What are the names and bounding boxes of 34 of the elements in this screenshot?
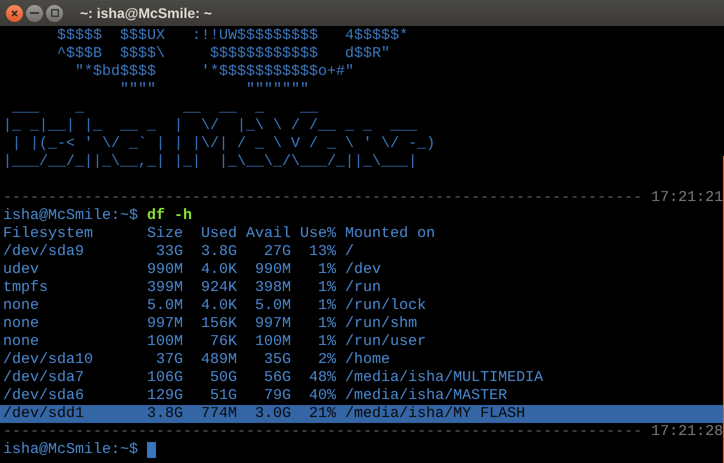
shell-prompt: isha@McSmile:~$	[3, 441, 138, 459]
output-line: tmpfs 399M 924K 398M 1% /run	[3, 279, 382, 296]
output-line: Filesystem Size Used Avail Use% Mounted on	[3, 225, 436, 242]
shell-prompt: isha@McSmile:~$	[3, 207, 138, 225]
ascii-art-line: ___ _ __ __ _ __	[11, 99, 318, 116]
ascii-art-line: |___/__/_||_\__,_| |_| |_\__\_/\___/_||_\___|	[3, 153, 418, 170]
output-line: /dev/sdd1 3.8G 774M 3.0G 21% /media/isha/MY FLASH	[3, 405, 526, 422]
separator-dashes: -----------------------------------------------------------------------	[3, 423, 642, 441]
output-line: /dev/sda7 106G 50G 56G 48% /media/isha/MULTIMEDIA	[3, 369, 544, 386]
minimize-icon	[30, 12, 39, 14]
ascii-art-line: $$$$$ $$$UX :!!UW$$$$$$$$$ 4$$$$$*	[56, 27, 408, 44]
maximize-icon	[50, 9, 58, 17]
close-button[interactable]	[6, 4, 23, 22]
command-text: df -h	[147, 207, 192, 225]
timestamp: 17:21:28	[651, 423, 724, 441]
output-line: /dev/sda10 37G 489M 35G 2% /home	[3, 351, 390, 368]
ascii-art-line: ^$$$B $$$$\ $$$$$$$$$$$$ d$$R"	[56, 45, 390, 62]
output-line: none 5.0M 4.0K 5.0M 1% /run/lock	[3, 297, 426, 314]
scrollbar[interactable]	[723, 156, 724, 463]
ascii-art-line: "*$bd$$$$ '*$$$$$$$$$$$o+#"	[74, 63, 354, 80]
maximize-button[interactable]	[46, 4, 63, 22]
ascii-art-line: |_ _|__| |_ __ _ | \/ |_\ \ / /__ _ _ ___	[3, 117, 418, 134]
window-title: ~: isha@McSmile: ~	[80, 4, 212, 22]
close-icon	[11, 10, 18, 16]
output-line: none 997M 156K 997M 1% /run/shm	[3, 315, 418, 332]
minimize-button[interactable]	[26, 4, 43, 22]
output-line: /dev/sda6 129G 51G 79G 40% /media/isha/MASTER	[3, 387, 508, 404]
output-line: udev 990M 4.0K 990M 1% /dev	[3, 261, 382, 278]
separator-dashes: -----------------------------------------------------------------------	[3, 189, 642, 207]
output-line: none 100M 76K 100M 1% /run/user	[3, 333, 426, 350]
ascii-art-line: | |(_-< ' \/ _` | | |\/| / _ \ V / _ \ ' \/ -_)	[11, 135, 436, 152]
timestamp: 17:21:21	[651, 189, 724, 207]
output-line: /dev/sda9 33G 3.8G 27G 13% /	[3, 243, 354, 260]
ascii-art-line: """" """""""	[119, 81, 310, 98]
